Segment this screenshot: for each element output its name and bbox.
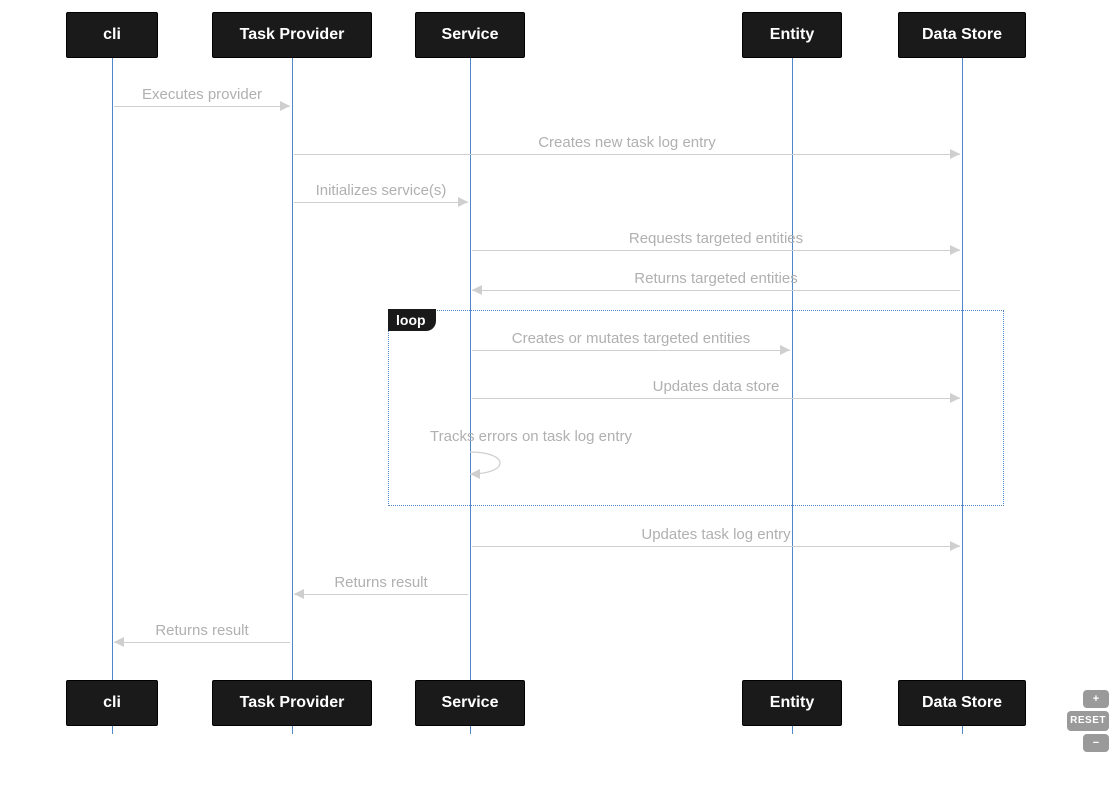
message-m8-label: Tracks errors on task log entry: [430, 428, 632, 445]
message-m4-label: Requests targeted entities: [470, 230, 962, 247]
lifeline-provider: [292, 58, 293, 734]
message-m2-arrowhead: [950, 149, 960, 159]
message-m11-arrowhead: [114, 637, 124, 647]
message-m9-line: [472, 546, 960, 547]
message-m4-line: [472, 250, 960, 251]
message-m2-label: Creates new task log entry: [292, 134, 962, 151]
participant-datastore-bottom: Data Store: [898, 680, 1026, 726]
message-m7-label: Updates data store: [470, 378, 962, 395]
participant-entity-top: Entity: [742, 12, 842, 58]
loop-label: loop: [388, 309, 436, 331]
message-m10-label: Returns result: [292, 574, 470, 591]
participant-provider-bottom: Task Provider: [212, 680, 372, 726]
message-m9-label: Updates task log entry: [470, 526, 962, 543]
message-m11-label: Returns result: [112, 622, 292, 639]
message-m2-line: [294, 154, 960, 155]
message-m1-label: Executes provider: [112, 86, 292, 103]
message-m6-line: [472, 350, 790, 351]
message-m9-arrowhead: [950, 541, 960, 551]
zoom-out-button[interactable]: −: [1083, 734, 1109, 752]
message-m5-label: Returns targeted entities: [470, 270, 962, 287]
message-m1-line: [114, 106, 290, 107]
zoom-controls: + RESET −: [1067, 690, 1109, 752]
participant-provider-top: Task Provider: [212, 12, 372, 58]
message-m4-arrowhead: [950, 245, 960, 255]
message-m10-arrowhead: [294, 589, 304, 599]
message-m1-arrowhead: [280, 101, 290, 111]
message-m6-arrowhead: [780, 345, 790, 355]
participant-entity-bottom: Entity: [742, 680, 842, 726]
message-m6-label: Creates or mutates targeted entities: [470, 330, 792, 347]
participant-service-top: Service: [415, 12, 525, 58]
message-m3-line: [294, 202, 468, 203]
sequence-diagram: cli cli Task Provider Task Provider Service S…: [0, 0, 1115, 792]
message-m3-arrowhead: [458, 197, 468, 207]
zoom-in-button[interactable]: +: [1083, 690, 1109, 708]
message-m10-line: [294, 594, 468, 595]
message-m11-line: [114, 642, 290, 643]
message-m7-arrowhead: [950, 393, 960, 403]
message-m8-arrow: [470, 448, 530, 484]
message-m5-arrowhead: [472, 285, 482, 295]
participant-service-bottom: Service: [415, 680, 525, 726]
zoom-reset-button[interactable]: RESET: [1067, 711, 1109, 731]
message-m7-line: [472, 398, 960, 399]
participant-cli-bottom: cli: [66, 680, 158, 726]
message-m3-label: Initializes service(s): [292, 182, 470, 199]
participant-cli-top: cli: [66, 12, 158, 58]
message-m5-line: [472, 290, 960, 291]
participant-datastore-top: Data Store: [898, 12, 1026, 58]
